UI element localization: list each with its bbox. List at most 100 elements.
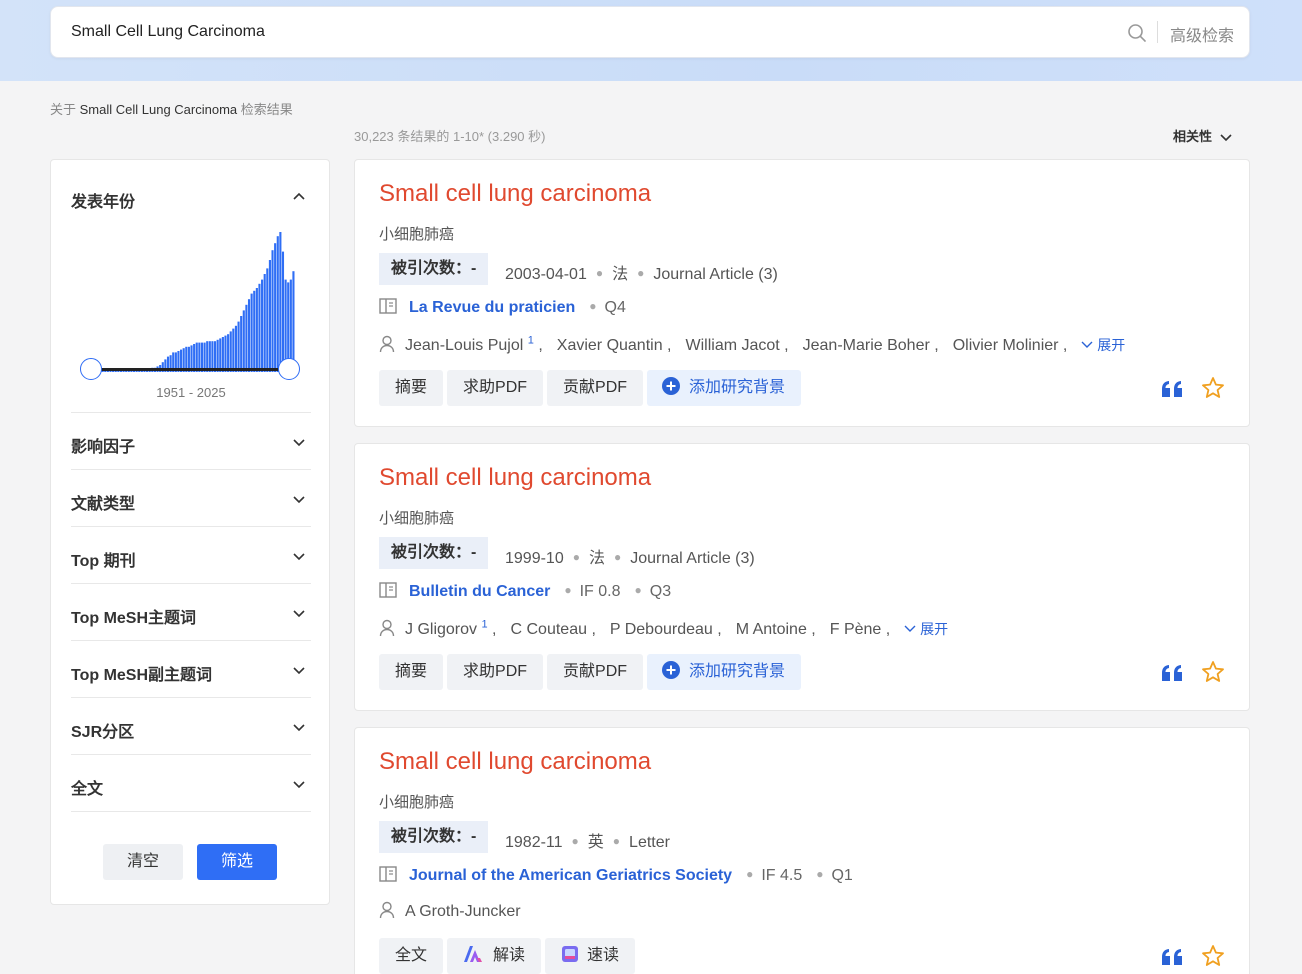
journal-quartile: Q4 (604, 299, 626, 316)
author-link[interactable]: William Jacot , (686, 337, 789, 354)
author-link[interactable]: F Pène , (830, 621, 890, 638)
star-icon[interactable] (1201, 944, 1225, 968)
year-bar (219, 338, 222, 372)
request-pdf-button[interactable]: 求助PDF (447, 370, 544, 406)
search-icon[interactable] (1127, 23, 1147, 43)
request-pdf-button[interactable]: 求助PDF (447, 654, 544, 690)
chevron-down-icon (1081, 341, 1093, 348)
journal-link[interactable]: Bulletin du Cancer (409, 583, 550, 600)
journal-row: La Revue du praticien ● Q4 (379, 298, 626, 317)
separator-dot: ● (564, 583, 572, 597)
search-bar[interactable]: Small Cell Lung Carcinoma 高级检索 (50, 6, 1250, 58)
citation-count: 被引次数：- (379, 537, 489, 569)
result-title[interactable]: Small cell lung carcinoma (379, 180, 651, 208)
year-bar (281, 251, 285, 372)
chevron-down-icon (293, 781, 305, 789)
fulltext-button[interactable]: 全文 (379, 938, 444, 974)
chevron-down-icon (904, 625, 916, 632)
year-filter-title[interactable]: 发表年份 (71, 188, 135, 212)
year-bar (237, 321, 240, 372)
plus-circle-icon (662, 376, 681, 395)
year-bar (247, 299, 251, 372)
chevron-up-icon[interactable] (293, 192, 305, 200)
author-name: William Jacot (685, 337, 780, 355)
journal-book-icon (379, 298, 397, 314)
result-title[interactable]: Small cell lung carcinoma (379, 464, 651, 492)
author-link[interactable]: Jean-Marie Boher , (803, 337, 939, 354)
author-affiliation: 1 (527, 335, 534, 347)
result-subtitle: 小细胞肺癌 (379, 510, 455, 527)
search-input[interactable]: Small Cell Lung Carcinoma (71, 23, 265, 41)
filter-top-mesh-sub[interactable]: Top MeSH副主题词 (71, 640, 311, 697)
clear-button[interactable]: 清空 (103, 844, 183, 880)
author-link[interactable]: Jean-Louis Pujol 1 , (405, 335, 543, 355)
add-background-button[interactable]: 添加研究背景 (647, 654, 802, 690)
citation-count: 被引次数：- (379, 253, 489, 285)
year-slider-max-handle[interactable] (278, 358, 300, 380)
quote-icon[interactable] (1161, 380, 1183, 398)
contribute-pdf-button[interactable]: 贡献PDF (547, 370, 644, 406)
filter-sjr[interactable]: SJR分区 (71, 697, 311, 754)
contribute-pdf-button[interactable]: 贡献PDF (547, 654, 644, 690)
interpret-button[interactable]: 解读 (447, 938, 542, 974)
star-icon[interactable] (1201, 660, 1225, 684)
expand-authors[interactable]: 展开 (904, 621, 948, 637)
author-link[interactable]: C Couteau , (511, 621, 596, 638)
quote-icon[interactable] (1161, 948, 1183, 966)
author-link[interactable]: J Gligorov 1 , (405, 619, 497, 638)
journal-link[interactable]: Journal of the American Geriatrics Socie… (409, 867, 732, 884)
filter-fulltext[interactable]: 全文 (71, 754, 311, 811)
year-bar (276, 236, 279, 372)
year-bar (261, 279, 264, 372)
author-link[interactable]: P Debourdeau , (610, 621, 722, 638)
filter-label: Top 期刊 (71, 553, 136, 570)
filter-doc-type[interactable]: 文献类型 (71, 469, 311, 526)
result-title[interactable]: Small cell lung carcinoma (379, 748, 651, 776)
chevron-down-icon (293, 610, 305, 618)
year-range-label: 1951 - 2025 (156, 385, 226, 400)
advanced-search-link[interactable]: 高级检索 (1170, 22, 1234, 46)
author-link[interactable]: Olivier Molinier , (953, 337, 1068, 354)
add-background-button[interactable]: 添加研究背景 (647, 370, 802, 406)
year-slider-track[interactable] (93, 368, 289, 371)
action-buttons: 全文 解读 速读 (379, 938, 639, 974)
result-subtitle: 小细胞肺癌 (379, 794, 455, 811)
author-link[interactable]: M Antoine , (736, 621, 816, 638)
person-icon (379, 335, 395, 353)
abstract-button[interactable]: 摘要 (379, 370, 444, 406)
result-count: 30,223 条结果的 1-10* (3.290 秒) (354, 129, 546, 144)
journal-row: Bulletin du Cancer ● IF 0.8 ● Q3 (379, 582, 671, 601)
expand-authors[interactable]: 展开 (1081, 337, 1125, 353)
year-bar (245, 304, 248, 372)
separator-dot: ● (746, 867, 754, 881)
add-background-label: 添加研究背景 (689, 663, 786, 680)
author-name: Jean-Louis Pujol (405, 337, 524, 355)
quick-read-button[interactable]: 速读 (545, 938, 636, 974)
filter-top-mesh[interactable]: Top MeSH主题词 (71, 583, 311, 640)
journal-row: Journal of the American Geriatrics Socie… (379, 866, 853, 885)
filter-label: 文献类型 (71, 496, 136, 513)
star-icon[interactable] (1201, 376, 1225, 400)
sort-dropdown[interactable]: 相关性 (1173, 126, 1232, 145)
chevron-down-icon (293, 496, 305, 504)
year-bar (253, 290, 256, 372)
add-background-label: 添加研究背景 (689, 379, 786, 396)
year-bar (266, 268, 269, 372)
authors-row: Jean-Louis Pujol 1 , Xavier Quantin , Will… (379, 335, 1125, 355)
abstract-button[interactable]: 摘要 (379, 654, 444, 690)
author-link[interactable]: A Groth-Juncker (405, 903, 521, 920)
year-slider-min-handle[interactable] (80, 358, 102, 380)
filter-top-journals[interactable]: Top 期刊 (71, 526, 311, 583)
pub-date: 2003-04-01 (505, 266, 587, 283)
year-bar (268, 260, 271, 372)
quote-icon[interactable] (1161, 664, 1183, 682)
year-bar (240, 316, 243, 372)
separator-dot: ● (613, 550, 622, 564)
filter-impact-factor[interactable]: 影响因子 (71, 412, 311, 469)
author-link[interactable]: Xavier Quantin , (557, 337, 672, 354)
filter-label: Top MeSH主题词 (71, 610, 197, 627)
filter-button[interactable]: 筛选 (197, 844, 277, 880)
year-bar (279, 232, 282, 372)
journal-link[interactable]: La Revue du praticien (409, 299, 575, 316)
expand-label: 展开 (920, 621, 949, 638)
